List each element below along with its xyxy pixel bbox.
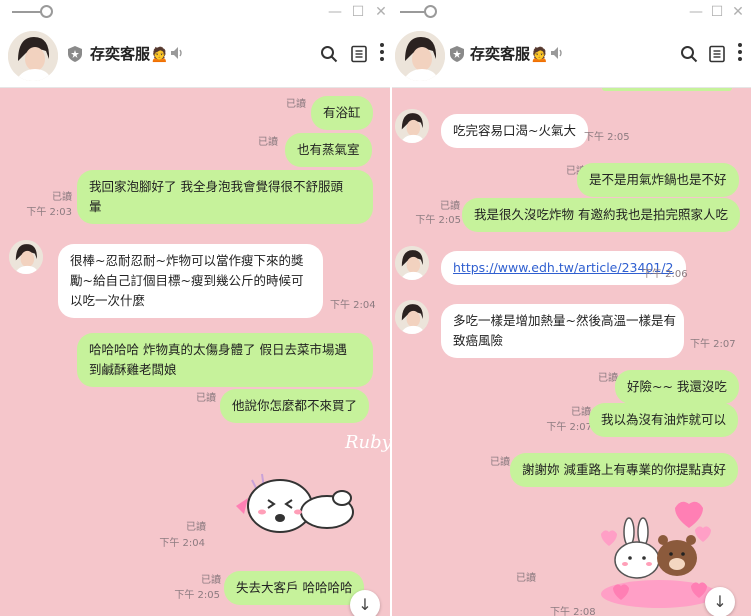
more-icon[interactable]: [379, 42, 385, 62]
message-bubble-out[interactable]: 是不是用氣炸鍋也是不好: [577, 163, 739, 197]
message-time: 下午 2:04: [330, 300, 376, 311]
avatar[interactable]: [395, 246, 429, 280]
message-time: 下午 2:08: [550, 607, 596, 616]
message-line: 致癌風險: [453, 333, 504, 348]
message-time: 下午 2:07: [546, 422, 592, 433]
read-receipt: 已讀: [440, 201, 460, 212]
opacity-slider-track[interactable]: [12, 11, 42, 13]
chat-title: 存奕客服🙍: [90, 45, 169, 63]
scroll-down-icon[interactable]: ↓: [350, 590, 380, 616]
opacity-slider-knob[interactable]: [40, 5, 53, 18]
line-brown-cony-sticker[interactable]: [232, 462, 362, 542]
message-bubble-in[interactable]: 多吃一樣是增加熱量~然後高溫一樣是有 致癌風險: [441, 304, 684, 358]
message-time: 下午 2:06: [642, 269, 688, 280]
close-icon[interactable]: ✕: [372, 3, 390, 21]
message-bubble-out[interactable]: 我回家泡腳好了 我全身泡我會覺得很不舒服頭 暈: [77, 170, 373, 224]
watermark-text: Ruby: [345, 432, 390, 453]
message-bubble-out[interactable]: 謝謝妳 減重路上有專業的你提點真好: [510, 453, 738, 487]
avatar[interactable]: [9, 240, 43, 274]
message-time: 下午 2:07: [690, 339, 736, 350]
chat-header: 存奕客服🙍: [392, 26, 751, 88]
previous-bubble-edge: [602, 88, 732, 91]
mute-icon: [171, 47, 182, 59]
message-bubble-out[interactable]: 有浴缸: [311, 96, 373, 130]
message-bubble-out[interactable]: 失去大客戶 哈哈哈哈: [224, 571, 365, 605]
notes-icon[interactable]: [350, 45, 368, 63]
chat-window-left: — ☐ ✕ 存奕客服🙍 已讀 有浴缸 已讀 也有蒸氣室 已讀 下午 2:03 我…: [0, 0, 390, 616]
minimize-icon[interactable]: —: [326, 3, 344, 21]
mute-icon: [551, 47, 562, 59]
read-receipt: 已讀: [516, 573, 536, 584]
read-receipt: 已讀: [598, 373, 618, 384]
chat-header: 存奕客服🙍: [0, 26, 390, 88]
title-bar: — ☐ ✕: [0, 0, 390, 26]
avatar[interactable]: [395, 300, 429, 334]
message-line: 多吃一樣是增加熱量~然後高溫一樣是有: [453, 313, 676, 328]
read-receipt: 已讀: [186, 522, 206, 533]
more-icon[interactable]: [737, 42, 743, 62]
maximize-icon[interactable]: ☐: [708, 3, 726, 21]
message-time: 下午 2:03: [26, 207, 72, 218]
close-icon[interactable]: ✕: [729, 3, 747, 21]
scroll-down-icon[interactable]: ↓: [705, 587, 735, 616]
avatar[interactable]: [395, 31, 445, 81]
message-line: 很棒~忍耐忍耐~炸物可以當作瘦下來的獎: [70, 253, 304, 268]
message-bubble-out[interactable]: 他說你怎麼都不來買了: [220, 389, 370, 423]
chat-title: 存奕客服🙍: [470, 45, 549, 63]
avatar[interactable]: [8, 31, 58, 81]
notes-icon[interactable]: [708, 45, 726, 63]
message-time: 下午 2:05: [415, 215, 461, 226]
message-line: 我回家泡腳好了 我全身泡我會覺得很不舒服頭: [89, 179, 343, 194]
message-bubble-in[interactable]: 吃完容易口渴~火氣大: [441, 114, 588, 148]
read-receipt: 已讀: [286, 99, 306, 110]
message-line: 到鹹酥雞老闆娘: [89, 362, 177, 377]
read-receipt: 已讀: [258, 137, 278, 148]
message-line: 哈哈哈哈 炸物真的太傷身體了 假日去菜市場遇: [89, 342, 347, 357]
read-receipt: 已讀: [571, 407, 591, 418]
read-receipt: 已讀: [201, 575, 221, 586]
chat-window-right: — ☐ ✕ 存奕客服🙍 吃完容易口渴~火氣大 下午 2:05 已讀 是不是用氣炸…: [392, 0, 751, 616]
shield-icon: [68, 46, 82, 62]
title-bar: — ☐ ✕: [392, 0, 751, 26]
avatar[interactable]: [395, 109, 429, 143]
search-icon[interactable]: [680, 45, 698, 63]
opacity-slider-knob[interactable]: [424, 5, 437, 18]
message-time: 下午 2:04: [159, 538, 205, 549]
message-bubble-out[interactable]: 哈哈哈哈 炸物真的太傷身體了 假日去菜市場遇 到鹹酥雞老闆娘: [77, 333, 373, 387]
read-receipt: 已讀: [196, 393, 216, 404]
maximize-icon[interactable]: ☐: [349, 3, 367, 21]
message-bubble-in[interactable]: 很棒~忍耐忍耐~炸物可以當作瘦下來的獎 勵~給自己訂個目標~瘦到幾公斤的時候可 …: [58, 244, 323, 318]
read-receipt: 已讀: [52, 192, 72, 203]
message-line: 勵~給自己訂個目標~瘦到幾公斤的時候可: [70, 273, 304, 288]
brown-cony-hearts-sticker[interactable]: [595, 496, 725, 608]
message-time: 下午 2:05: [584, 132, 630, 143]
minimize-icon[interactable]: —: [687, 3, 705, 21]
message-line: 暈: [89, 199, 102, 214]
message-bubble-out[interactable]: 我是很久沒吃炸物 有邀約我也是拍完照家人吃: [462, 198, 740, 232]
message-line: 以吃一次什麼: [70, 293, 146, 308]
shield-icon: [450, 46, 464, 62]
message-bubble-out[interactable]: 我以為沒有油炸就可以: [589, 403, 739, 437]
search-icon[interactable]: [320, 45, 338, 63]
message-time: 下午 2:05: [174, 590, 220, 601]
read-receipt: 已讀: [490, 457, 510, 468]
message-bubble-out[interactable]: 也有蒸氣室: [285, 133, 372, 167]
message-bubble-out[interactable]: 好險~~ 我還沒吃: [615, 370, 739, 404]
